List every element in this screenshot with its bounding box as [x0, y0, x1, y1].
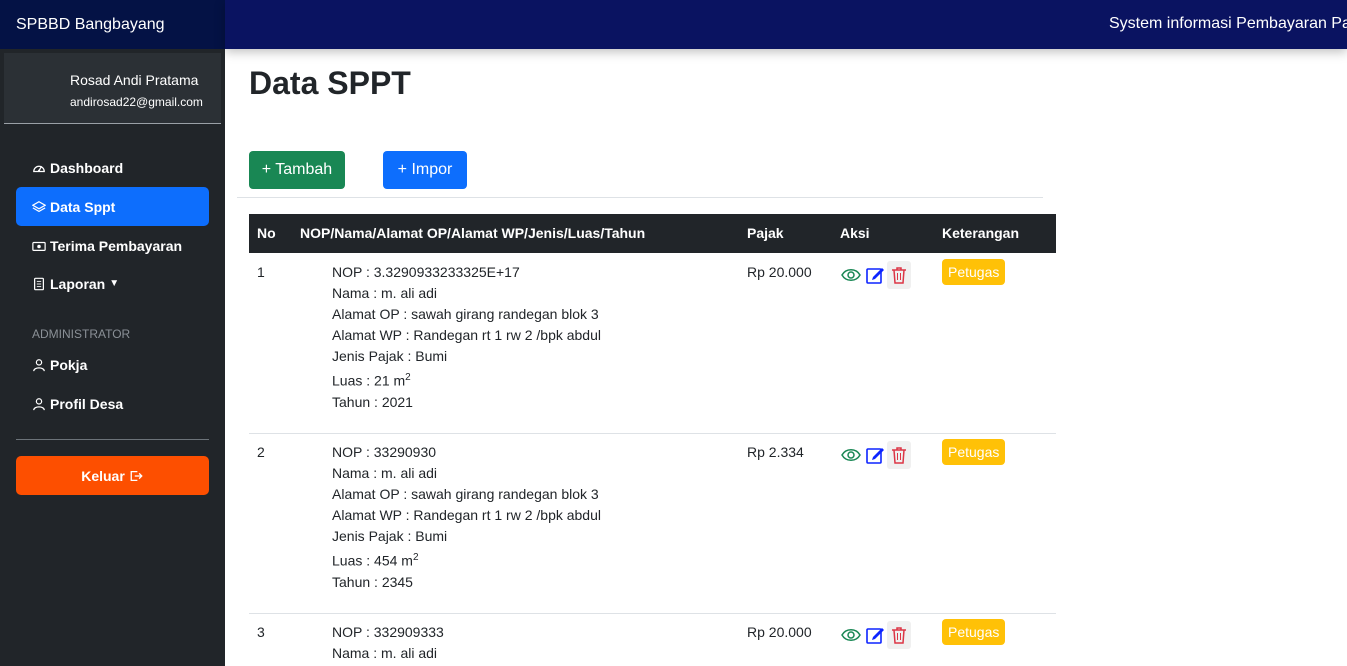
nop-text: NOP : 33290930	[332, 444, 437, 460]
pajak-value: Rp 20.000	[747, 264, 812, 280]
jenis-text: Jenis Pajak : Bumi	[332, 348, 448, 364]
edit-icon[interactable]	[863, 621, 887, 649]
luas-line: Luas : 21 m2	[332, 367, 601, 392]
logout-button[interactable]: Keluar	[16, 456, 209, 495]
document-icon	[32, 277, 46, 291]
status-badge: Petugas	[942, 439, 1006, 465]
header-detail: NOP/Nama/Alamat OP/Alamat WP/Jenis/Luas/…	[300, 225, 646, 241]
top-header: System informasi Pembayaran Pajak Bumi d…	[225, 0, 1347, 49]
page-title: Data SPPT	[249, 65, 411, 101]
trash-icon[interactable]	[887, 261, 911, 289]
alamat-op-text: Alamat OP : sawah girang randegan blok 3	[332, 306, 599, 322]
table-header: No NOP/Nama/Alamat OP/Alamat WP/Jenis/Lu…	[249, 214, 1056, 253]
status-badge: Petugas	[942, 259, 1006, 285]
sidebar: Rosad Andi Pratama andirosad22@gmail.com…	[0, 49, 225, 666]
pajak-value: Rp 2.334	[747, 444, 804, 460]
logout-label: Keluar	[81, 467, 125, 484]
add-button[interactable]: + Tambah	[249, 151, 345, 189]
sidebar-item-terima-pembayaran[interactable]: Terima Pembayaran	[16, 226, 209, 265]
sidebar-item-profil-desa[interactable]: Profil Desa	[16, 384, 209, 423]
trash-icon[interactable]	[887, 621, 911, 649]
table-row: 3 NOP : 332909333 Nama : m. ali adi Rp 2…	[249, 613, 1056, 666]
view-icon[interactable]	[839, 621, 863, 649]
user-email: andirosad22@gmail.com	[70, 95, 203, 109]
user-name: Rosad Andi Pratama	[70, 72, 199, 88]
table-row: 2 NOP : 33290930 Nama : m. ali adi Alama…	[249, 433, 1056, 614]
row-details: NOP : 332909333 Nama : m. ali adi	[332, 622, 444, 664]
person-icon	[32, 358, 46, 372]
nama-text: Nama : m. ali adi	[332, 465, 438, 481]
luas-text: Luas : 454 m	[332, 552, 413, 569]
view-icon[interactable]	[839, 441, 863, 469]
caret-down-icon: ▼	[109, 278, 120, 289]
sidebar-section-administrator: ADMINISTRATOR	[32, 327, 131, 341]
sidebar-item-label: Profil Desa	[50, 395, 124, 412]
speedometer-icon	[32, 161, 46, 175]
table-row: 1 NOP : 3.3290933233325E+17 Nama : m. al…	[249, 253, 1056, 434]
nama-text: Nama : m. ali adi	[332, 645, 438, 661]
row-details: NOP : 3.3290933233325E+17 Nama : m. ali …	[332, 262, 601, 413]
sidebar-item-label: Laporan	[50, 275, 106, 292]
layers-icon	[32, 200, 46, 214]
edit-icon[interactable]	[863, 441, 887, 469]
sidebar-item-label: Data Sppt	[50, 198, 116, 215]
status-badge: Petugas	[942, 619, 1006, 645]
row-actions	[839, 261, 911, 289]
tahun-text: Tahun : 2345	[332, 573, 413, 590]
row-actions	[839, 621, 911, 649]
pajak-value: Rp 20.000	[747, 624, 812, 640]
tahun-text: Tahun : 2021	[332, 393, 413, 410]
jenis-text: Jenis Pajak : Bumi	[332, 528, 448, 544]
header-title: System informasi Pembayaran Pajak Bumi d…	[1109, 15, 1347, 32]
sidebar-item-laporan[interactable]: Laporan ▼	[16, 264, 209, 303]
unit-superscript: 2	[405, 372, 411, 383]
user-panel: Rosad Andi Pratama andirosad22@gmail.com	[4, 53, 221, 124]
sidebar-item-label: Terima Pembayaran	[50, 237, 183, 254]
import-button[interactable]: + Impor	[383, 151, 467, 189]
alamat-wp-text: Alamat WP : Randegan rt 1 rw 2 /bpk abdu…	[332, 327, 601, 343]
app-brand[interactable]: SPBBD Bangbayang	[0, 0, 225, 49]
nop-text: NOP : 332909333	[332, 624, 444, 640]
row-actions	[839, 441, 911, 469]
nama-text: Nama : m. ali adi	[332, 285, 438, 301]
sidebar-item-pokja[interactable]: Pokja	[16, 345, 209, 384]
person-icon	[32, 397, 46, 411]
header-pajak: Pajak	[747, 225, 784, 241]
sidebar-item-dashboard[interactable]: Dashboard	[16, 148, 209, 187]
sidebar-item-label: Dashboard	[50, 159, 124, 176]
logout-icon	[125, 469, 144, 483]
row-number: 1	[257, 264, 265, 280]
alamat-wp-text: Alamat WP : Randegan rt 1 rw 2 /bpk abdu…	[332, 507, 601, 523]
sidebar-item-label: Pokja	[50, 356, 88, 373]
luas-line: Luas : 454 m2	[332, 547, 601, 572]
edit-icon[interactable]	[863, 261, 887, 289]
unit-superscript: 2	[412, 552, 419, 563]
nop-text: NOP : 3.3290933233325E+17	[332, 264, 520, 280]
alamat-op-text: Alamat OP : sawah girang randegan blok 3	[332, 486, 599, 502]
sidebar-item-data-sppt[interactable]: Data Sppt	[16, 187, 209, 226]
header-aksi: Aksi	[840, 225, 870, 241]
cash-icon	[32, 239, 46, 253]
trash-icon[interactable]	[887, 441, 911, 469]
header-keterangan: Keterangan	[942, 225, 1020, 241]
luas-text: Luas : 21 m	[332, 372, 406, 389]
divider	[237, 197, 1043, 198]
header-no: No	[257, 225, 276, 241]
row-number: 3	[257, 624, 265, 640]
view-icon[interactable]	[839, 261, 863, 289]
row-number: 2	[257, 444, 265, 460]
row-details: NOP : 33290930 Nama : m. ali adi Alamat …	[332, 442, 601, 593]
sidebar-divider	[16, 439, 209, 440]
